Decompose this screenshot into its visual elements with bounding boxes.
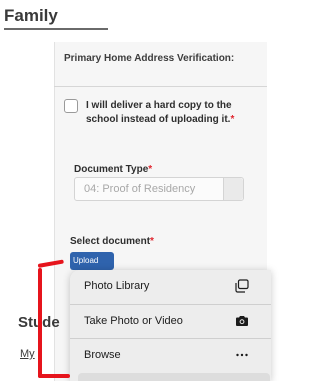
required-asterisk: *	[148, 164, 153, 175]
menu-item-label: Browse	[84, 349, 121, 361]
document-type-select[interactable]: 04: Proof of Residency	[74, 177, 244, 201]
card-heading: Primary Home Address Verification:	[64, 53, 235, 64]
select-document-label: Select document*	[70, 236, 154, 247]
annotation-bracket-bottom	[38, 374, 70, 378]
document-type-label: Document Type*	[74, 164, 152, 175]
hard-copy-checkbox[interactable]	[64, 99, 78, 113]
menu-item-browse[interactable]: Browse	[70, 338, 271, 372]
section-title-family: Family	[4, 6, 58, 25]
camera-icon	[236, 316, 248, 326]
select-document-label-text: Select document	[70, 236, 151, 247]
photo-library-icon	[235, 279, 249, 293]
upload-button[interactable]: Upload	[70, 252, 114, 270]
annotation-bracket	[38, 268, 42, 378]
section-divider	[4, 28, 108, 30]
more-icon	[236, 353, 248, 357]
upload-action-menu: Photo Library Take Photo or Video Browse	[70, 270, 271, 381]
hard-copy-label-text: I will deliver a hard copy to the school…	[86, 100, 232, 125]
required-asterisk: *	[150, 236, 154, 247]
menu-item-label: Photo Library	[84, 280, 150, 292]
menu-item-label: Take Photo or Video	[84, 315, 183, 327]
card-divider	[54, 86, 267, 87]
required-asterisk: *	[230, 114, 235, 125]
menu-item-photo-library[interactable]: Photo Library	[70, 270, 271, 304]
hard-copy-checkbox-label[interactable]: I will deliver a hard copy to the school…	[86, 99, 264, 127]
menu-next-item-edge	[78, 373, 270, 381]
document-type-value: 04: Proof of Residency	[84, 183, 196, 195]
my-link[interactable]: My	[20, 348, 35, 360]
menu-item-take-photo[interactable]: Take Photo or Video	[70, 304, 271, 338]
dropdown-button[interactable]	[223, 178, 243, 200]
document-type-label-text: Document Type	[74, 164, 149, 175]
